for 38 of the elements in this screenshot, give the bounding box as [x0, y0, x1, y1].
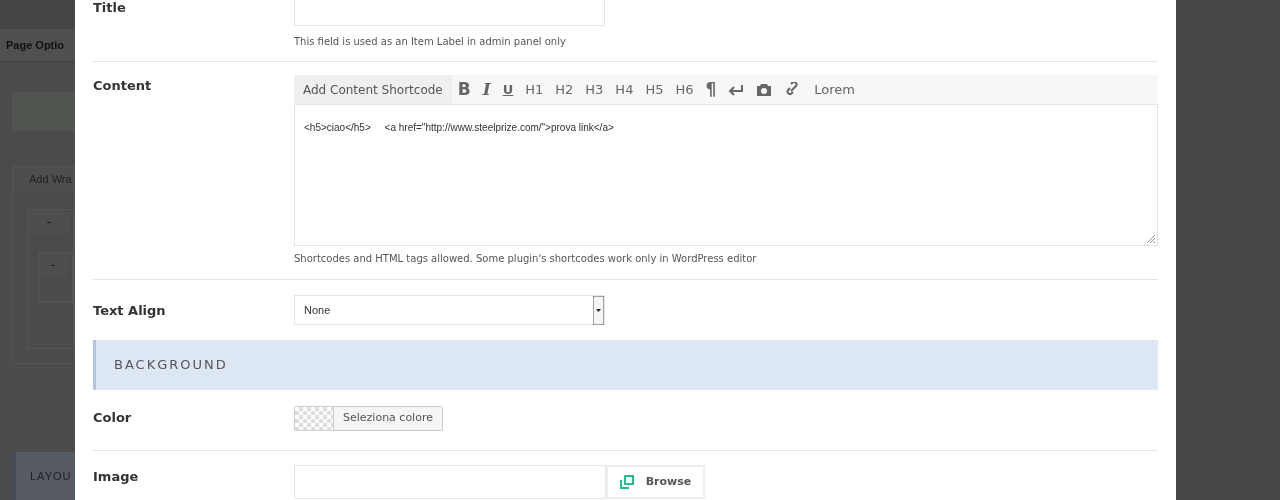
- select-value: None: [304, 302, 331, 318]
- field-label: Title: [93, 0, 127, 17]
- dropdown-caret-icon: [593, 295, 604, 325]
- format-button[interactable]: H1: [519, 79, 550, 100]
- field-label: Color: [93, 409, 133, 427]
- line-break-icon[interactable]: [728, 83, 745, 96]
- format-button[interactable]: U: [496, 79, 520, 100]
- field-label: Text Align: [93, 302, 167, 320]
- format-button[interactable]: I: [476, 76, 497, 103]
- select-color-button[interactable]: Seleziona colore: [333, 407, 442, 430]
- lorem-button[interactable]: Lorem: [806, 79, 864, 100]
- link-icon[interactable]: [784, 81, 801, 98]
- text-align-select[interactable]: None: [294, 295, 605, 325]
- section-title: BACKGROUND: [114, 356, 228, 375]
- color-picker[interactable]: Seleziona colore: [294, 406, 443, 431]
- field-label: Content: [93, 77, 153, 95]
- content-textarea[interactable]: <h5>ciao</h5> <a href="http://www.steelprize.com/">prova link</a>: [294, 104, 1158, 246]
- camera-icon[interactable]: [756, 83, 773, 96]
- format-button[interactable]: H4: [609, 79, 640, 100]
- help-text: Shortcodes and HTML tags allowed. Some plugin's shortcodes work only in WordPress editor: [294, 252, 758, 266]
- transparent-swatch-icon: [295, 407, 333, 430]
- page-heading: Page Optio: [6, 37, 65, 53]
- format-button[interactable]: H5: [639, 79, 670, 100]
- image-url-input[interactable]: [294, 465, 606, 499]
- format-button[interactable]: H6: [669, 79, 700, 100]
- textarea-value: <h5>ciao</h5> <a href="http://www.steelprize.com/">prova link</a>: [304, 122, 614, 133]
- browse-button[interactable]: Browse: [606, 465, 705, 499]
- field-label: Image: [93, 468, 140, 486]
- resize-handle-icon[interactable]: [1146, 234, 1155, 243]
- shortcode-tab[interactable]: Add Content Shortcode: [294, 75, 452, 104]
- format-button[interactable]: ¶: [699, 76, 723, 103]
- help-text: This field is used as an Item Label in admin panel only: [294, 35, 567, 49]
- format-button[interactable]: H3: [579, 79, 610, 100]
- title-input[interactable]: [294, 0, 605, 26]
- section-heading: LAYOU: [30, 468, 72, 484]
- format-button[interactable]: B: [451, 76, 477, 103]
- format-button[interactable]: H2: [549, 79, 580, 100]
- copy-icon: [619, 475, 634, 489]
